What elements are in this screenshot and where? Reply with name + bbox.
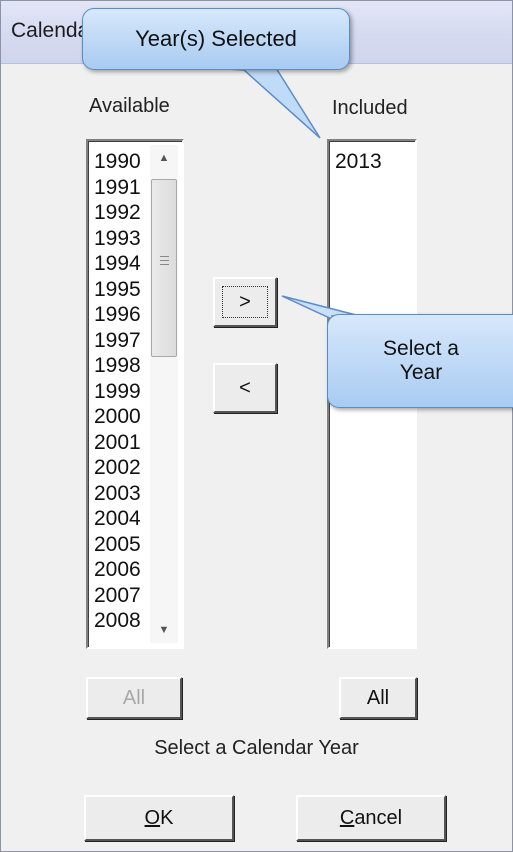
callout-side-line1: Select a (383, 337, 459, 360)
callout-pointers (209, 67, 361, 322)
select-year-callout: Select a Year (327, 314, 513, 408)
callout-top-text: Year(s) Selected (135, 26, 297, 51)
year-selected-callout: Year(s) Selected (82, 8, 350, 70)
callout-side-line2: Year (399, 361, 443, 384)
top-callout-pointer (209, 67, 321, 139)
